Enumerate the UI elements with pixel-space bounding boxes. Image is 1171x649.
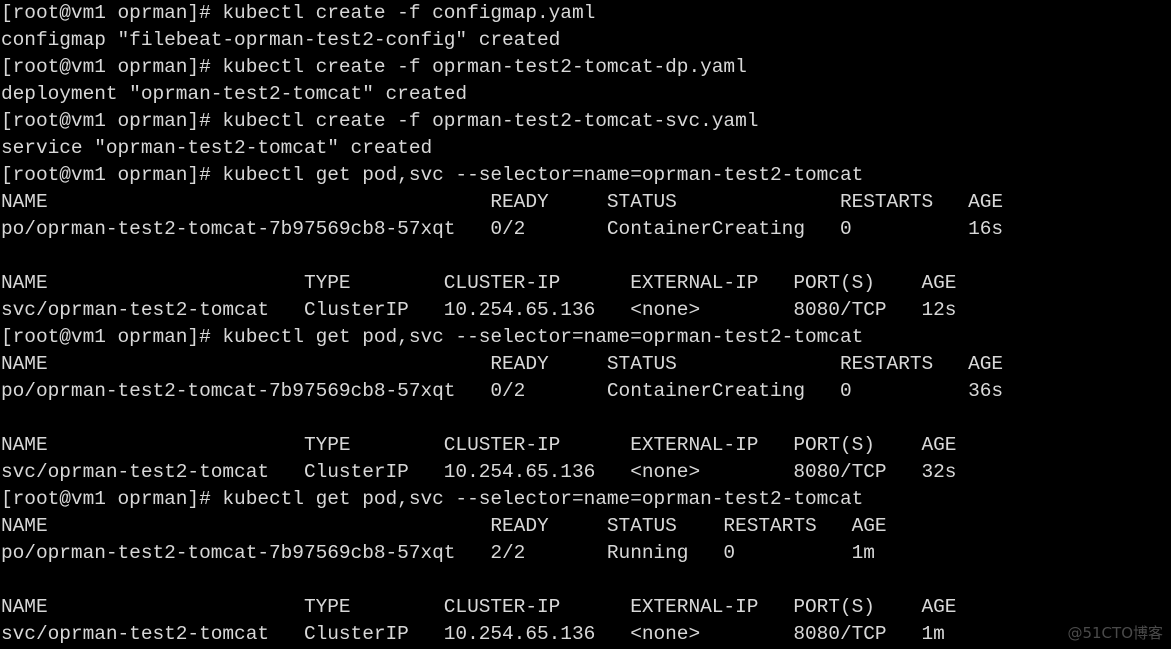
terminal-line: NAME TYPE CLUSTER-IP EXTERNAL-IP PORT(S)… — [1, 434, 957, 456]
terminal-line: svc/oprman-test2-tomcat ClusterIP 10.254… — [1, 461, 957, 483]
terminal-screen[interactable]: [root@vm1 oprman]# kubectl create -f con… — [0, 0, 1171, 649]
terminal-line: [root@vm1 oprman]# kubectl get pod,svc -… — [1, 326, 864, 348]
terminal-line: service "oprman-test2-tomcat" created — [1, 137, 433, 159]
terminal-line: svc/oprman-test2-tomcat ClusterIP 10.254… — [1, 623, 945, 645]
terminal-line: [root@vm1 oprman]# kubectl get pod,svc -… — [1, 164, 864, 186]
terminal-line: [root@vm1 oprman]# kubectl create -f opr… — [1, 110, 759, 132]
terminal-line: deployment "oprman-test2-tomcat" created — [1, 83, 468, 105]
terminal-line: [root@vm1 oprman]# kubectl get pod,svc -… — [1, 488, 864, 510]
terminal-line: NAME READY STATUS RESTARTS AGE — [1, 515, 887, 537]
watermark-label: @51CTO博客 — [1067, 624, 1163, 642]
terminal-line: NAME TYPE CLUSTER-IP EXTERNAL-IP PORT(S)… — [1, 596, 957, 618]
terminal-line: NAME TYPE CLUSTER-IP EXTERNAL-IP PORT(S)… — [1, 272, 957, 294]
terminal-output: [root@vm1 oprman]# kubectl create -f con… — [0, 0, 1171, 648]
terminal-line: svc/oprman-test2-tomcat ClusterIP 10.254… — [1, 299, 957, 321]
terminal-line: [root@vm1 oprman]# kubectl create -f opr… — [1, 56, 747, 78]
terminal-line: configmap "filebeat-oprman-test2-config"… — [1, 29, 561, 51]
terminal-line: [root@vm1 oprman]# kubectl create -f con… — [1, 2, 596, 24]
terminal-line: po/oprman-test2-tomcat-7b97569cb8-57xqt … — [1, 542, 875, 564]
terminal-line: NAME READY STATUS RESTARTS AGE — [1, 191, 1004, 213]
terminal-line: NAME READY STATUS RESTARTS AGE — [1, 353, 1004, 375]
terminal-line: po/oprman-test2-tomcat-7b97569cb8-57xqt … — [1, 380, 1004, 402]
terminal-line: po/oprman-test2-tomcat-7b97569cb8-57xqt … — [1, 218, 1004, 240]
